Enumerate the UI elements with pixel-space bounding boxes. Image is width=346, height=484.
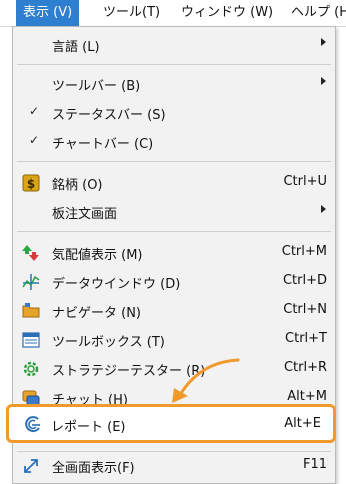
menu-item-quotes[interactable]: 気配値表示 (M) Ctrl+M bbox=[13, 238, 335, 267]
submenu-arrow-icon bbox=[321, 38, 326, 46]
menu-bar: 表示 (V) ツール(T) ウィンドウ (W) ヘルプ (H bbox=[0, 0, 346, 27]
menu-item-symbols-label: 銘柄 (O) bbox=[52, 178, 103, 193]
menu-item-fullscreen[interactable]: 全画面表示(F) F11 bbox=[13, 451, 335, 480]
menu-item-tester-label: ストラテジーテスター (R) bbox=[52, 364, 206, 379]
menu-item-navigator-label: ナビゲータ (N) bbox=[52, 306, 142, 321]
menu-item-datawindow[interactable]: データウインドウ (D) Ctrl+D bbox=[13, 267, 335, 296]
shortcut-text: Ctrl+R bbox=[283, 360, 327, 375]
gear-icon bbox=[21, 359, 41, 379]
svg-text:$: $ bbox=[27, 177, 35, 191]
submenu-arrow-icon bbox=[321, 205, 326, 213]
shortcut-text: Ctrl+D bbox=[282, 273, 327, 288]
menu-item-toolbox-label: ツールボックス (T) bbox=[52, 335, 165, 350]
dollar-icon: $ bbox=[21, 173, 41, 193]
menu-item-statusbar[interactable]: ✓ ステータスバー (S) bbox=[13, 98, 335, 127]
menu-item-toolbox[interactable]: ツールボックス (T) Ctrl+T bbox=[13, 325, 335, 354]
datawindow-icon bbox=[21, 272, 41, 292]
report-icon bbox=[23, 415, 43, 435]
menu-separator bbox=[17, 161, 331, 162]
shortcut-text: F11 bbox=[302, 457, 327, 472]
menu-separator bbox=[17, 64, 331, 65]
menu-view[interactable]: 表示 (V) bbox=[16, 0, 80, 26]
menu-item-datawindow-label: データウインドウ (D) bbox=[52, 277, 181, 292]
shortcut-text: Ctrl+N bbox=[283, 302, 327, 317]
menu-item-navigator[interactable]: ナビゲータ (N) Ctrl+N bbox=[13, 296, 335, 325]
menu-item-fullscreen-label: 全画面表示(F) bbox=[52, 461, 135, 476]
menu-item-depth[interactable]: 板注文画面 bbox=[13, 197, 335, 226]
menu-item-quotes-label: 気配値表示 (M) bbox=[52, 248, 143, 263]
menu-item-language[interactable]: 言語 (L) bbox=[13, 30, 335, 59]
menu-help[interactable]: ヘルプ (H bbox=[284, 0, 346, 26]
menu-item-symbols[interactable]: $ 銘柄 (O) Ctrl+U bbox=[13, 168, 335, 197]
menu-item-toolbar[interactable]: ツールバー (B) bbox=[13, 69, 335, 98]
checkmark-icon: ✓ bbox=[29, 104, 40, 118]
menu-tools[interactable]: ツール(T) bbox=[96, 0, 167, 26]
fullscreen-icon bbox=[21, 456, 41, 476]
shortcut-text: Ctrl+T bbox=[285, 331, 327, 346]
quotes-icon bbox=[21, 243, 41, 263]
report-highlight-box: レポート (E) Alt+E bbox=[6, 404, 336, 443]
menu-item-chartbar-label: チャートバー (C) bbox=[52, 137, 154, 152]
menu-item-statusbar-label: ステータスバー (S) bbox=[52, 108, 166, 123]
menu-item-language-label: 言語 (L) bbox=[52, 40, 100, 55]
shortcut-text: Alt+E bbox=[284, 416, 321, 431]
shortcut-text: Ctrl+M bbox=[281, 244, 327, 259]
menu-separator bbox=[17, 231, 331, 232]
menu-window[interactable]: ウィンドウ (W) bbox=[174, 0, 280, 26]
submenu-arrow-icon bbox=[321, 77, 326, 85]
menu-item-tester[interactable]: ストラテジーテスター (R) Ctrl+R bbox=[13, 354, 335, 383]
folder-icon bbox=[21, 301, 41, 321]
menu-item-chartbar[interactable]: ✓ チャートバー (C) bbox=[13, 127, 335, 156]
menu-item-depth-label: 板注文画面 bbox=[52, 207, 118, 222]
menu-item-report[interactable]: レポート (E) Alt+E bbox=[9, 407, 333, 440]
menu-item-report-label: レポート (E) bbox=[51, 420, 126, 435]
checkmark-icon: ✓ bbox=[29, 133, 40, 147]
shortcut-text: Ctrl+U bbox=[283, 174, 327, 189]
shortcut-text: Alt+M bbox=[287, 389, 327, 404]
menu-item-toolbar-label: ツールバー (B) bbox=[52, 79, 141, 94]
toolbox-icon bbox=[21, 330, 41, 350]
